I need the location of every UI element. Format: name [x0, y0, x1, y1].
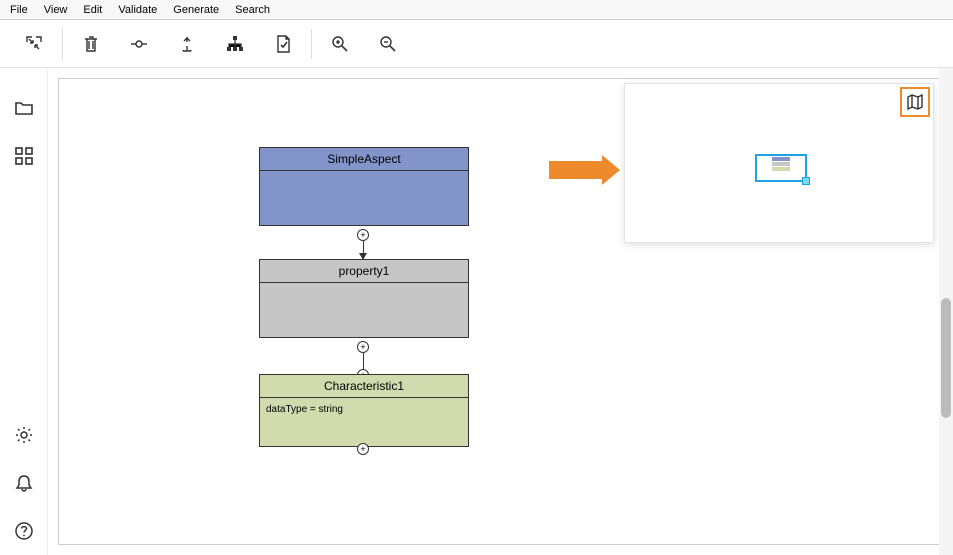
- node-property-title: property1: [260, 260, 468, 283]
- node-aspect[interactable]: SimpleAspect: [259, 147, 469, 226]
- node-property[interactable]: property1: [259, 259, 469, 338]
- minimap[interactable]: [624, 83, 934, 243]
- layout-icon[interactable]: [211, 20, 259, 68]
- menu-file[interactable]: File: [2, 2, 36, 18]
- menu-edit[interactable]: Edit: [75, 2, 110, 18]
- node-characteristic-body: dataType = string: [260, 398, 468, 446]
- node-characteristic[interactable]: Characteristic1 dataType = string: [259, 374, 469, 447]
- zoom-out-icon[interactable]: [364, 20, 412, 68]
- menu-search[interactable]: Search: [227, 2, 278, 18]
- minimap-node: [772, 162, 790, 166]
- resize-handle[interactable]: [802, 177, 810, 185]
- node-property-body: [260, 283, 468, 337]
- menu-view[interactable]: View: [36, 2, 76, 18]
- gear-icon[interactable]: [0, 411, 48, 459]
- minimap-viewport[interactable]: [755, 154, 807, 182]
- collapse-icon[interactable]: [115, 20, 163, 68]
- node-aspect-title: SimpleAspect: [260, 148, 468, 171]
- plus-icon[interactable]: +: [357, 341, 369, 353]
- toolbar: [0, 20, 953, 68]
- plus-icon[interactable]: +: [357, 229, 369, 241]
- minimap-node: [772, 157, 790, 161]
- menu-validate[interactable]: Validate: [110, 2, 165, 18]
- fit-icon[interactable]: [10, 20, 58, 68]
- expand-icon[interactable]: [163, 20, 211, 68]
- node-characteristic-title: Characteristic1: [260, 375, 468, 398]
- bell-icon[interactable]: [0, 459, 48, 507]
- sidebar: [0, 68, 48, 555]
- folder-icon[interactable]: [0, 84, 48, 132]
- menu-generate[interactable]: Generate: [165, 2, 227, 18]
- menubar: File View Edit Validate Generate Search: [0, 0, 953, 20]
- trash-icon[interactable]: [67, 20, 115, 68]
- minimap-node: [772, 167, 790, 171]
- callout-arrow-icon: [549, 161, 604, 179]
- zoom-in-icon[interactable]: [316, 20, 364, 68]
- scrollbar[interactable]: [939, 68, 953, 555]
- canvas[interactable]: SimpleAspect + property1 + + Characteris…: [48, 68, 953, 555]
- workspace-icon[interactable]: [0, 132, 48, 180]
- help-icon[interactable]: [0, 507, 48, 555]
- validate-file-icon[interactable]: [259, 20, 307, 68]
- node-aspect-body: [260, 171, 468, 225]
- map-icon[interactable]: [900, 87, 930, 117]
- plus-icon[interactable]: +: [357, 443, 369, 455]
- scroll-thumb[interactable]: [941, 298, 951, 418]
